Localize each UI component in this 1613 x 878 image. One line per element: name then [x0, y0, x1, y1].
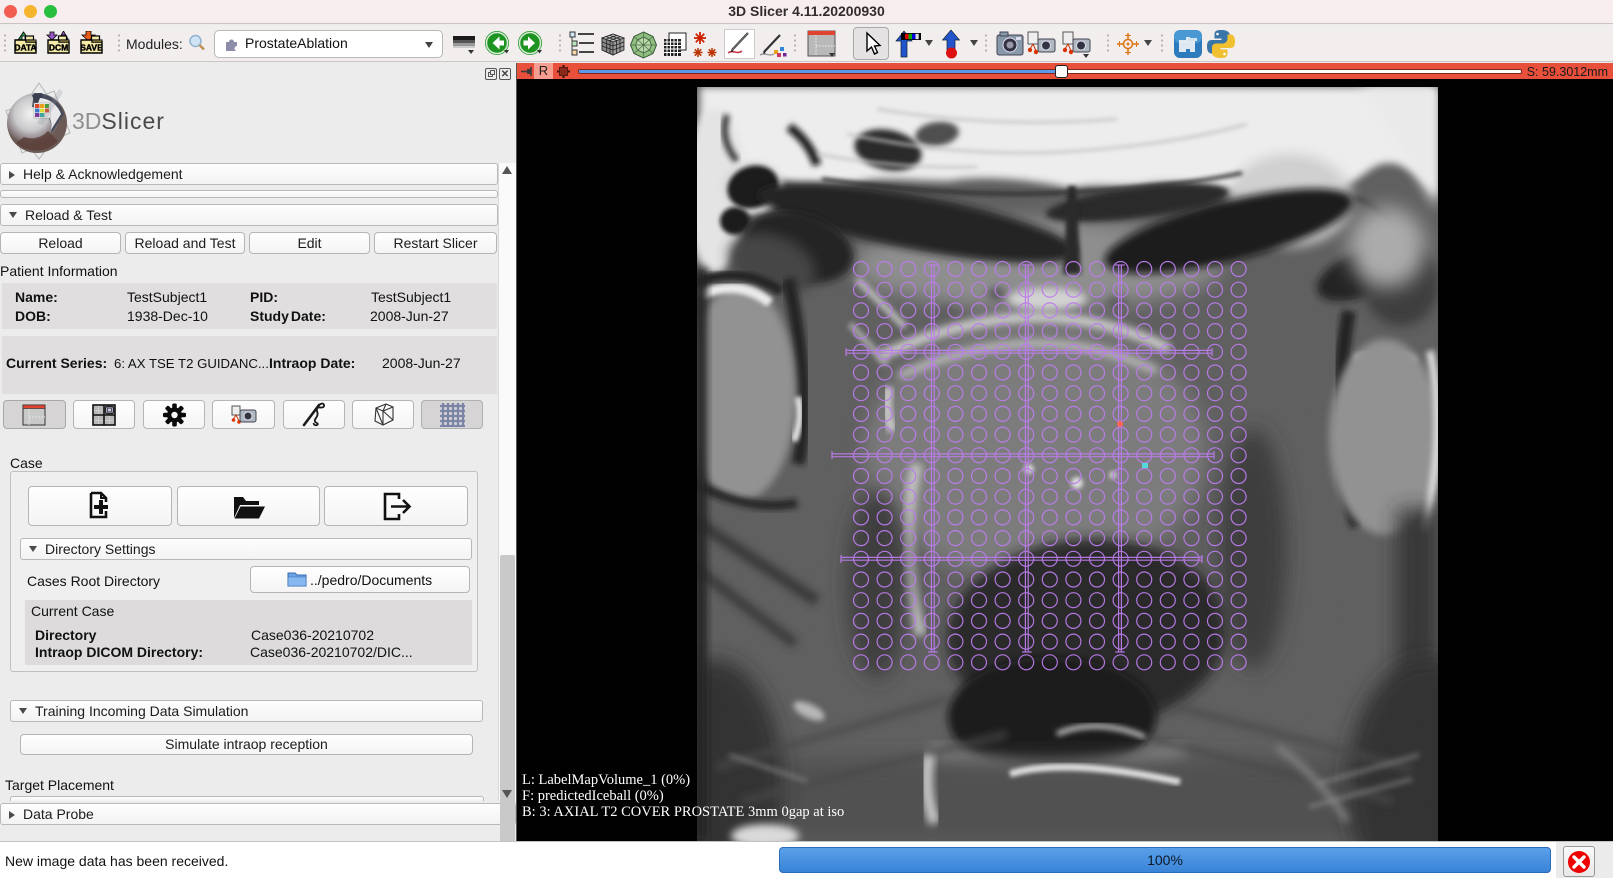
svg-text:F: predictedIceball (0%): F: predictedIceball (0%) [522, 788, 664, 804]
svg-text:DATA: DATA [14, 43, 36, 53]
svg-text:SAVE: SAVE [80, 43, 103, 53]
svg-text:DCM: DCM [49, 43, 68, 53]
svg-text:L: LabelMapVolume_1 (0%): L: LabelMapVolume_1 (0%) [522, 772, 690, 788]
svg-text:B: 3: AXIAL T2 COVER PROSTATE: B: 3: AXIAL T2 COVER PROSTATE 3mm 0gap a… [522, 804, 844, 820]
